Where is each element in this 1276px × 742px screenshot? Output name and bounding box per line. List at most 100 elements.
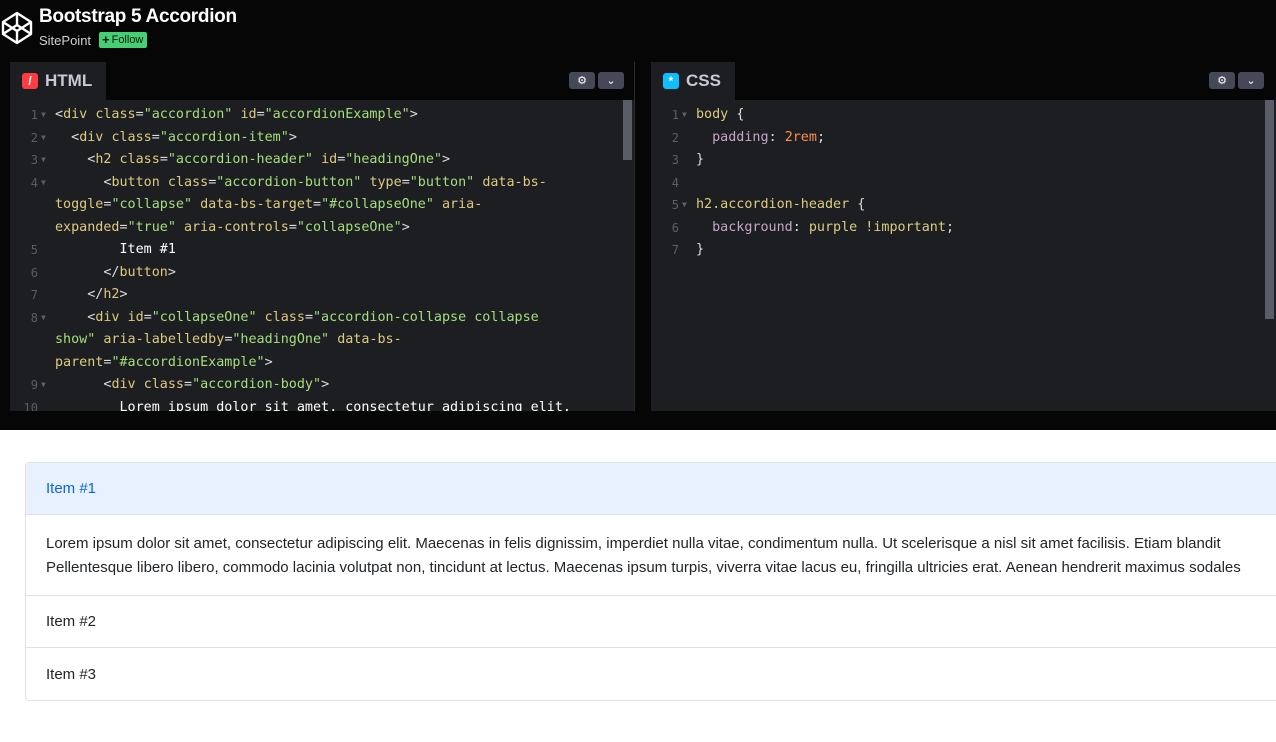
css-code-line: 1 ▼ body { bbox=[651, 104, 1264, 127]
css-settings-button[interactable]: ⚙ bbox=[1209, 72, 1235, 89]
line-number: 2 bbox=[671, 130, 679, 145]
code-text: } bbox=[696, 152, 705, 167]
code-text: Lorem ipsum dolor sit amet, consectetur … bbox=[55, 399, 571, 412]
html-settings-button[interactable]: ⚙ bbox=[569, 72, 595, 89]
html-code-line: 9 ▼ <div class="accordion-body"> bbox=[10, 374, 622, 397]
tab-html[interactable]: / HTML bbox=[10, 62, 107, 100]
css-editor: * CSS ⚙ ⌄ 1 ▼ body {2 padding: 2rem; 3} 4 5 ▼ h… bbox=[651, 62, 1276, 411]
html-icon: / bbox=[22, 73, 38, 89]
css-icon: * bbox=[663, 73, 679, 89]
code-text: padding: 2rem; bbox=[712, 129, 825, 145]
fold-icon[interactable]: ▼ bbox=[41, 104, 46, 127]
html-code-line: 5 Item #1 bbox=[10, 239, 622, 262]
html-scrollbar[interactable] bbox=[623, 100, 632, 160]
pen-header: Bootstrap 5 Accordion SitePoint + Follow bbox=[0, 0, 1276, 62]
fold-icon[interactable]: ▼ bbox=[41, 172, 46, 195]
tab-css-label: CSS bbox=[686, 71, 721, 90]
accordion-body-line-2: Pellentesque libero libero, commodo laci… bbox=[46, 559, 1241, 576]
html-code-line: show" aria-labelledby="headingOne" data-… bbox=[10, 329, 622, 352]
line-number: 7 bbox=[30, 288, 38, 302]
resize-bar[interactable] bbox=[0, 411, 1276, 430]
fold-icon[interactable]: ▼ bbox=[41, 127, 46, 150]
line-number: 7 bbox=[671, 243, 679, 257]
code-text: Item #1 bbox=[55, 242, 176, 257]
line-number: 4 bbox=[671, 175, 679, 190]
tab-css[interactable]: * CSS bbox=[651, 62, 735, 100]
chevron-down-icon: ⌄ bbox=[1246, 75, 1256, 87]
accordion: Item #1 Lorem ipsum dolor sit amet, cons… bbox=[25, 462, 1276, 701]
html-code-line: 8 ▼ <div id="collapseOne" class="accordio… bbox=[10, 307, 622, 330]
accordion-item-1-body: Lorem ipsum dolor sit amet, consectetur … bbox=[26, 515, 1276, 596]
code-text: <div class="accordion-body"> bbox=[103, 377, 330, 392]
html-code-line: parent="#accordionExample"> bbox=[10, 352, 622, 375]
line-number: 4 bbox=[30, 175, 38, 190]
css-code-line: 3} bbox=[651, 149, 1264, 172]
css-collapse-button[interactable]: ⌄ bbox=[1238, 72, 1264, 89]
code-text: <div id="collapseOne" class="accordion-c… bbox=[87, 309, 539, 325]
css-code-line: 5 ▼ h2.accordion-header { bbox=[651, 194, 1264, 217]
code-text: <div class="accordion" id="accordionExam… bbox=[55, 107, 418, 122]
pen-title: Bootstrap 5 Accordion bbox=[39, 6, 237, 27]
code-text: } bbox=[696, 242, 705, 257]
line-number: 3 bbox=[30, 153, 38, 167]
line-number: 10 bbox=[23, 400, 38, 412]
fold-icon[interactable]: ▼ bbox=[682, 104, 687, 127]
line-number: 1 bbox=[30, 108, 38, 122]
chevron-down-icon: ⌄ bbox=[606, 75, 616, 87]
css-scrollbar[interactable] bbox=[1265, 100, 1274, 319]
line-number: 6 bbox=[671, 220, 679, 235]
code-text: </h2> bbox=[87, 287, 128, 302]
gear-icon: ⚙ bbox=[1217, 75, 1227, 87]
css-code-area[interactable]: 1 ▼ body {2 padding: 2rem; 3} 4 5 ▼ h2.accordio… bbox=[651, 100, 1276, 411]
line-number: 5 bbox=[30, 243, 38, 257]
fold-icon[interactable]: ▼ bbox=[682, 194, 687, 217]
accordion-item-2-button[interactable]: Item #2 bbox=[26, 596, 1276, 648]
editor-divider[interactable] bbox=[634, 62, 651, 411]
html-code-line: expanded="true" aria-controls="collapseO… bbox=[10, 217, 622, 240]
accordion-item-3-button[interactable]: Item #3 bbox=[26, 648, 1276, 700]
line-number: 2 bbox=[30, 130, 38, 145]
html-editor: / HTML ⚙ ⌄ 1 ▼ <div class="accordion" id="… bbox=[10, 62, 634, 411]
line-number: 3 bbox=[671, 153, 679, 167]
tab-html-label: HTML bbox=[45, 71, 93, 90]
editor-area: / HTML ⚙ ⌄ 1 ▼ <div class="accordion" id="… bbox=[0, 62, 1276, 411]
line-number: 8 bbox=[30, 310, 38, 325]
html-code-line: 7 </h2> bbox=[10, 284, 622, 307]
code-text: <div class="accordion-item"> bbox=[71, 129, 297, 145]
html-collapse-button[interactable]: ⌄ bbox=[598, 72, 624, 89]
html-code-line: 4 ▼ <button class="accordion-button" type… bbox=[10, 172, 622, 195]
css-code-line: 2 padding: 2rem; bbox=[651, 127, 1264, 150]
html-editor-header: / HTML ⚙ ⌄ bbox=[10, 62, 634, 100]
html-code-line: 3 ▼ <h2 class="accordion-header" id="head… bbox=[10, 149, 622, 172]
code-text: parent="#accordionExample"> bbox=[55, 354, 273, 370]
code-text: background: purple !important; bbox=[712, 219, 954, 235]
follow-button[interactable]: + Follow bbox=[99, 32, 148, 48]
line-number: 1 bbox=[671, 108, 679, 122]
code-text: h2.accordion-header { bbox=[696, 197, 866, 212]
gear-icon: ⚙ bbox=[577, 75, 587, 87]
line-number: 9 bbox=[30, 378, 38, 392]
code-text: <button class="accordion-button" type="b… bbox=[103, 174, 547, 190]
html-code-line: toggle="collapse" data-bs-target="#colla… bbox=[10, 194, 622, 217]
plus-icon: + bbox=[102, 32, 110, 47]
css-editor-header: * CSS ⚙ ⌄ bbox=[651, 62, 1276, 100]
code-text: <h2 class="accordion-header" id="heading… bbox=[87, 152, 451, 167]
html-code-line: 1 ▼ <div class="accordion" id="accordionEx… bbox=[10, 104, 622, 127]
code-text: expanded="true" aria-controls="collapseO… bbox=[55, 219, 410, 235]
accordion-body-line-1: Lorem ipsum dolor sit amet, consectetur … bbox=[46, 535, 1221, 552]
css-code-line: 6 background: purple !important; bbox=[651, 217, 1264, 240]
author-link[interactable]: SitePoint bbox=[39, 33, 91, 48]
code-text: toggle="collapse" data-bs-target="#colla… bbox=[55, 197, 483, 212]
result-preview: Item #1 Lorem ipsum dolor sit amet, cons… bbox=[0, 430, 1276, 742]
css-code-line: 4 bbox=[651, 172, 1264, 195]
code-text: body { bbox=[696, 107, 745, 122]
fold-icon[interactable]: ▼ bbox=[41, 149, 46, 172]
line-number: 5 bbox=[671, 198, 679, 212]
follow-label: Follow bbox=[111, 34, 144, 46]
codepen-logo-icon[interactable] bbox=[0, 10, 34, 46]
fold-icon[interactable]: ▼ bbox=[41, 374, 46, 397]
html-code-line: 10 Lorem ipsum dolor sit amet, consectet… bbox=[10, 397, 622, 412]
fold-icon[interactable]: ▼ bbox=[41, 307, 46, 330]
html-code-area[interactable]: 1 ▼ <div class="accordion" id="accordionEx… bbox=[10, 100, 634, 411]
accordion-item-1-button[interactable]: Item #1 bbox=[26, 463, 1276, 515]
